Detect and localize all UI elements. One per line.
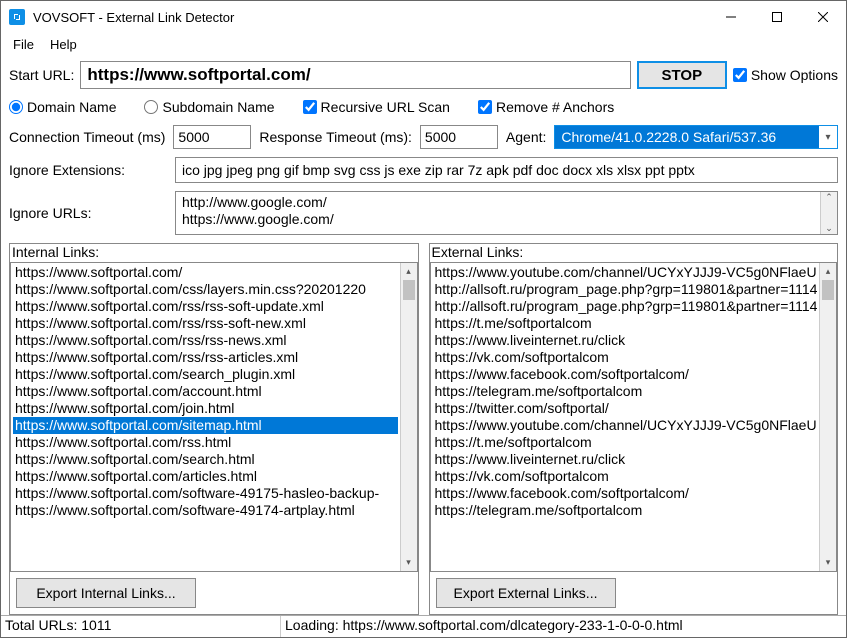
ignore-ext-label: Ignore Extensions:	[9, 162, 167, 178]
title-bar: VOVSOFT - External Link Detector	[1, 1, 846, 33]
external-links-label: External Links:	[430, 244, 838, 262]
menu-help[interactable]: Help	[44, 35, 83, 54]
scrollbar[interactable]: ▴ ▾	[400, 263, 417, 571]
domain-name-radio[interactable]: Domain Name	[9, 99, 116, 115]
list-item[interactable]: https://t.me/softportalcom	[433, 315, 818, 332]
agent-label: Agent:	[506, 129, 546, 145]
list-item[interactable]: https://telegram.me/softportalcom	[433, 383, 818, 400]
status-total: Total URLs: 1011	[1, 616, 281, 637]
list-item[interactable]: https://www.softportal.com/account.html	[13, 383, 398, 400]
list-item[interactable]: https://twitter.com/softportal/	[433, 400, 818, 417]
list-item[interactable]: https://www.softportal.com/rss/rss-news.…	[13, 332, 398, 349]
list-item[interactable]: http://allsoft.ru/program_page.php?grp=1…	[433, 281, 818, 298]
maximize-button[interactable]	[754, 1, 800, 33]
internal-links-label: Internal Links:	[10, 244, 418, 262]
subdomain-name-radio[interactable]: Subdomain Name	[144, 99, 274, 115]
scrollbar[interactable]: ⌃⌄	[820, 192, 837, 234]
conn-timeout-label: Connection Timeout (ms)	[9, 129, 165, 145]
export-internal-button[interactable]: Export Internal Links...	[16, 578, 196, 608]
chevron-down-icon: ▾	[819, 132, 837, 143]
list-item[interactable]: https://www.softportal.com/software-4917…	[13, 502, 398, 519]
stop-button[interactable]: STOP	[637, 61, 727, 89]
list-item[interactable]: https://www.softportal.com/rss.html	[13, 434, 398, 451]
list-item[interactable]: https://www.softportal.com/rss/rss-soft-…	[13, 315, 398, 332]
start-url-input[interactable]	[80, 61, 630, 89]
internal-links-panel: Internal Links: https://www.softportal.c…	[9, 243, 419, 615]
list-item[interactable]: https://www.softportal.com/	[13, 264, 398, 281]
resp-timeout-label: Response Timeout (ms):	[259, 129, 412, 145]
list-item[interactable]: https://www.youtube.com/channel/UCYxYJJJ…	[433, 264, 818, 281]
list-item[interactable]: https://www.softportal.com/articles.html	[13, 468, 398, 485]
agent-select[interactable]: Chrome/41.0.2228.0 Safari/537.36 ▾	[554, 125, 838, 149]
app-icon	[9, 9, 25, 25]
status-bar: Total URLs: 1011 Loading: https://www.so…	[1, 615, 846, 637]
list-item[interactable]: https://www.softportal.com/search_plugin…	[13, 366, 398, 383]
external-links-list[interactable]: https://www.youtube.com/channel/UCYxYJJJ…	[430, 262, 838, 572]
conn-timeout-input[interactable]	[173, 125, 251, 149]
close-button[interactable]	[800, 1, 846, 33]
list-item[interactable]: https://www.softportal.com/software-4917…	[13, 485, 398, 502]
list-item[interactable]: https://www.softportal.com/join.html	[13, 400, 398, 417]
menu-bar: File Help	[1, 33, 846, 55]
list-item[interactable]: https://vk.com/softportalcom	[433, 468, 818, 485]
list-item[interactable]: https://www.facebook.com/softportalcom/	[433, 366, 818, 383]
ignore-urls-input[interactable]: http://www.google.com/ https://www.googl…	[175, 191, 838, 235]
list-item[interactable]: https://www.softportal.com/rss/rss-artic…	[13, 349, 398, 366]
list-item[interactable]: https://t.me/softportalcom	[433, 434, 818, 451]
remove-anchors-checkbox[interactable]: Remove # Anchors	[478, 99, 614, 115]
export-external-button[interactable]: Export External Links...	[436, 578, 616, 608]
list-item[interactable]: https://www.youtube.com/channel/UCYxYJJJ…	[433, 417, 818, 434]
list-item[interactable]: https://vk.com/softportalcom	[433, 349, 818, 366]
minimize-button[interactable]	[708, 1, 754, 33]
window-title: VOVSOFT - External Link Detector	[33, 10, 708, 25]
start-url-label: Start URL:	[9, 67, 74, 83]
recursive-scan-checkbox[interactable]: Recursive URL Scan	[303, 99, 450, 115]
show-options-input[interactable]	[733, 68, 747, 82]
list-item[interactable]: https://telegram.me/softportalcom	[433, 502, 818, 519]
ignore-ext-input[interactable]	[175, 157, 838, 183]
list-item[interactable]: http://allsoft.ru/program_page.php?grp=1…	[433, 298, 818, 315]
list-item[interactable]: https://www.facebook.com/softportalcom/	[433, 485, 818, 502]
list-item[interactable]: https://www.softportal.com/css/layers.mi…	[13, 281, 398, 298]
resp-timeout-input[interactable]	[420, 125, 498, 149]
external-links-panel: External Links: https://www.youtube.com/…	[429, 243, 839, 615]
list-item[interactable]: https://www.softportal.com/search.html	[13, 451, 398, 468]
show-options-checkbox[interactable]: Show Options	[733, 67, 838, 83]
menu-file[interactable]: File	[7, 35, 40, 54]
ignore-urls-label: Ignore URLs:	[9, 205, 167, 221]
internal-links-list[interactable]: https://www.softportal.com/https://www.s…	[10, 262, 418, 572]
list-item[interactable]: https://www.softportal.com/sitemap.html	[13, 417, 398, 434]
status-loading: Loading: https://www.softportal.com/dlca…	[281, 616, 846, 637]
list-item[interactable]: https://www.liveinternet.ru/click	[433, 332, 818, 349]
scrollbar[interactable]: ▴ ▾	[819, 263, 836, 571]
list-item[interactable]: https://www.liveinternet.ru/click	[433, 451, 818, 468]
list-item[interactable]: https://www.softportal.com/rss/rss-soft-…	[13, 298, 398, 315]
